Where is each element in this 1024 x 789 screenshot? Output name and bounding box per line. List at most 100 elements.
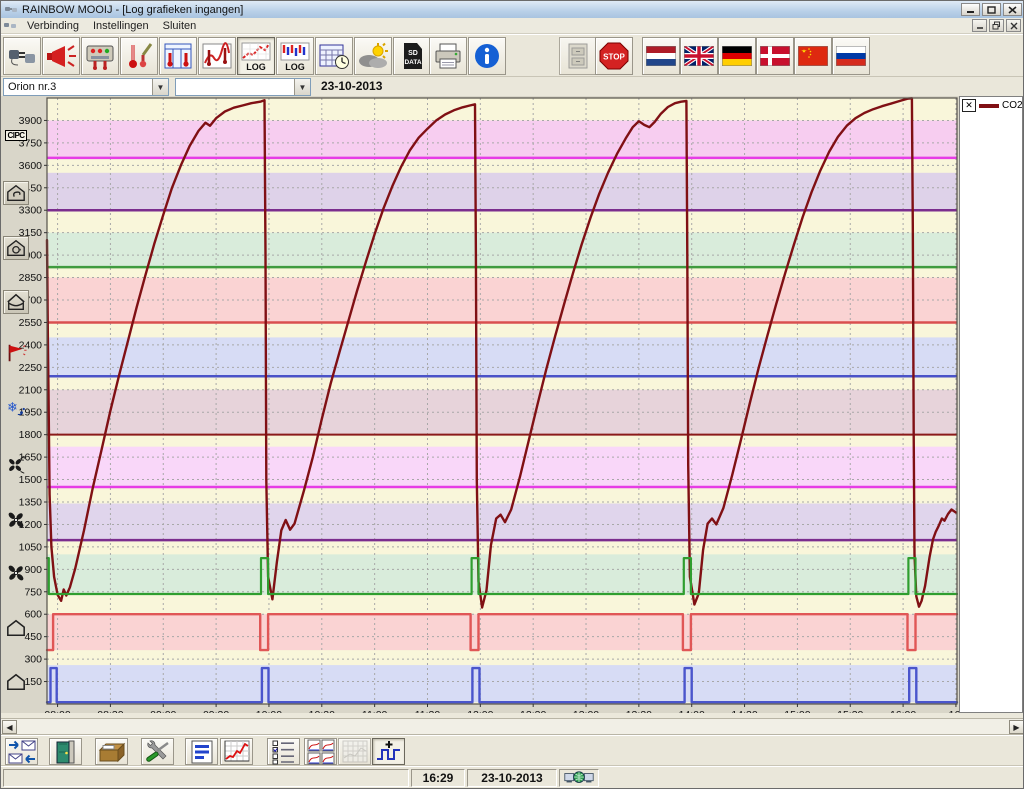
mdi-close-button[interactable] [1006,19,1021,32]
x-tick-label: 16: [949,709,959,713]
dataset-select-value: Orion nr.3 [4,81,152,93]
close-button[interactable] [1003,3,1022,16]
menu-item-verbinding[interactable]: Verbinding [20,19,86,33]
x-tick-label: 10:00 [256,709,282,713]
scroll-left-icon[interactable]: ◀ [2,720,17,734]
stop-icon[interactable]: STOP [595,37,633,75]
limit-band [48,233,957,267]
y-tick-label: 1350 [19,497,43,509]
bottom-toolbar [1,735,1024,766]
circulation-icon[interactable] [3,236,29,260]
mdi-restore-button[interactable] [989,19,1004,32]
calendar-thermo-icon[interactable] [159,37,197,75]
top-toolbar: LOGLOG SDDATA STOP [1,34,1024,77]
menu-item-sluiten[interactable]: Sluiten [156,19,204,33]
horizontal-scrollbar[interactable]: ◀ ▶ [1,718,1024,735]
app-icon [4,4,18,15]
dataset-select[interactable]: Orion nr.3 ▼ [3,78,169,96]
quad-graph-icon[interactable] [304,738,337,765]
y-tick-label: 1050 [19,541,43,553]
sd-data-icon[interactable]: SDDATA [393,37,431,75]
thermometer-icon[interactable] [120,37,158,75]
limit-band [48,614,957,650]
shed-vent-icon[interactable] [3,181,29,205]
option-list-icon[interactable] [267,738,300,765]
maximize-button[interactable] [982,3,1001,16]
transfer-icon[interactable] [5,738,38,765]
exit-door-icon[interactable] [49,738,82,765]
menu-item-instellingen[interactable]: Instellingen [86,19,156,33]
flag-russia-icon[interactable] [832,37,870,75]
x-tick-label: 08:30 [97,709,123,713]
filter-row: Orion nr.3 ▼ ▼ 23-10-2013 [1,77,1024,96]
x-tick-label: 12:00 [467,709,493,713]
hatch-open-icon[interactable] [3,290,29,314]
compare-select[interactable]: ▼ [175,78,311,96]
graph-thermo-icon[interactable] [198,37,236,75]
status-message-panel [3,769,409,787]
printer-icon[interactable] [429,37,467,75]
red-graph-icon[interactable] [220,738,253,765]
x-tick-label: 14:00 [679,709,705,713]
y-tick-label: 2850 [19,272,43,284]
flag-germany-icon[interactable] [718,37,756,75]
title-bar: RAINBOW MOOIJ - [Log grafieken ingangen] [1,1,1024,18]
window-title: RAINBOW MOOIJ - [Log grafieken ingangen] [22,4,243,16]
notes-icon[interactable] [185,738,218,765]
x-tick-label: 14:30 [731,709,757,713]
mdi-minimize-button[interactable] [972,19,987,32]
x-tick-label: 16:00 [890,709,916,713]
flag-uk-icon[interactable] [680,37,718,75]
log-graph-icon[interactable]: LOG [237,37,275,75]
fan-icon [3,508,29,532]
svg-text:SD: SD [408,50,418,57]
pulse-add-icon[interactable] [372,738,405,765]
fan2-icon [3,561,29,585]
chevron-down-icon[interactable]: ▼ [152,79,168,95]
limit-band [48,554,957,594]
x-tick-label: 15:00 [784,709,810,713]
network-status-icon [559,769,599,787]
scroll-right-icon[interactable]: ▶ [1009,720,1024,734]
legend-item: CO2 [979,100,1023,111]
x-tick-label: 12:30 [520,709,546,713]
log-bars-icon[interactable]: LOG [276,37,314,75]
house2-icon [3,670,29,694]
legend-close-icon[interactable]: ✕ [962,99,976,112]
app-window: RAINBOW MOOIJ - [Log grafieken ingangen]… [0,0,1024,789]
x-tick-label: 08:00 [44,709,70,713]
chart-area: 1503004506007509001050120013501500165018… [1,96,1024,713]
limit-band [48,665,957,702]
y-tick-label: 1800 [19,429,43,441]
cipc-label: CIPC [5,130,26,141]
connect-icon[interactable] [3,37,41,75]
alarm-horn-icon[interactable] [42,37,80,75]
chevron-down-icon[interactable]: ▼ [294,79,310,95]
legend-series-label: CO2 [1002,100,1023,111]
card-box-icon[interactable] [95,738,128,765]
table-clock-icon[interactable] [315,37,353,75]
status-date: 23-10-2013 [467,769,557,787]
limit-band [48,120,957,157]
info-icon[interactable] [468,37,506,75]
flag-denmark-icon[interactable] [756,37,794,75]
control-panel-icon[interactable] [81,37,119,75]
tools-icon[interactable] [141,738,174,765]
limit-band [48,337,957,376]
status-bar: 16:29 23-10-2013 [1,766,1024,788]
grid-chart-icon [338,738,371,765]
x-tick-label: 15:30 [837,709,863,713]
weather-icon[interactable] [354,37,392,75]
y-tick-label: 3600 [19,160,43,172]
house-icon [3,616,29,640]
flag-netherlands-icon[interactable] [642,37,680,75]
y-tick-label: 2100 [19,384,43,396]
alarm-flag-icon [3,341,29,365]
cooling-icon: ❄ [3,397,29,421]
flag-china-icon[interactable] [794,37,832,75]
cipc-icon: CIPC [3,123,29,147]
chart-date-label: 23-10-2013 [321,79,382,93]
x-tick-label: 13:00 [573,709,599,713]
minimize-button[interactable] [961,3,980,16]
archive-icon [559,37,597,75]
